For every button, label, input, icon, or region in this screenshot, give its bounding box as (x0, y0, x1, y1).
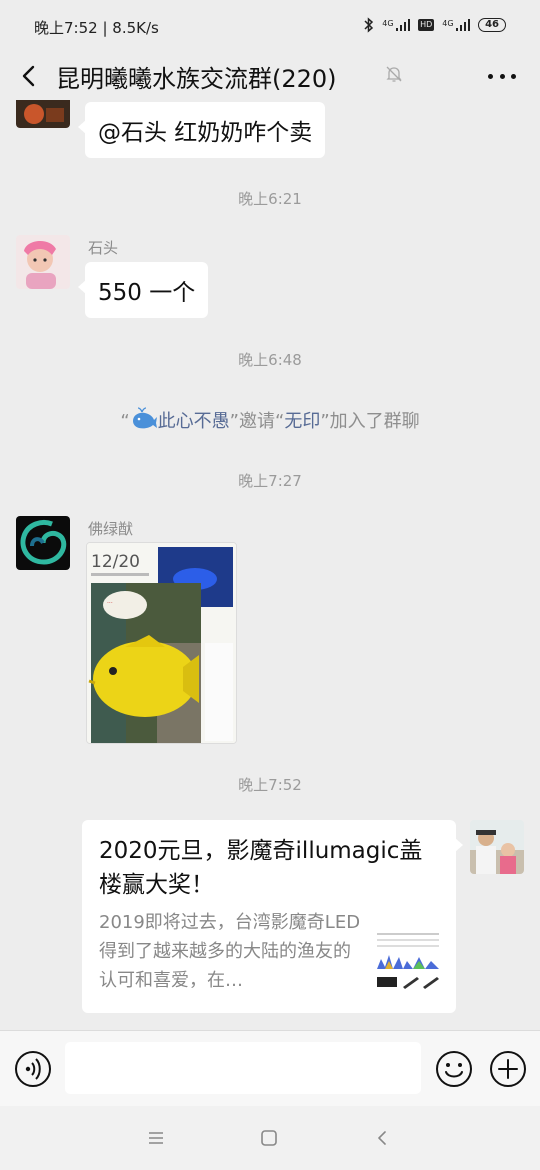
smiley-icon[interactable] (435, 1050, 473, 1088)
more-options-button[interactable] (488, 64, 516, 88)
timestamp: 晚上6:48 (238, 351, 302, 369)
signal-2: 4G (442, 19, 471, 31)
chat-messages[interactable]: @石头 红奶奶咋个卖 晚上6:21 石头 550 一个 晚上6:48 “此心不愚… (0, 100, 540, 1030)
message-bubble[interactable]: 550 一个 (77, 262, 209, 318)
bluetooth-icon (364, 17, 374, 33)
timestamp: 晚上7:27 (238, 472, 302, 490)
dot (488, 73, 493, 79)
image-date: 12/20 (91, 552, 140, 572)
message-bubble[interactable]: @石头 红奶奶咋个卖 (77, 102, 326, 158)
signal-bars-icon (395, 19, 411, 31)
avatar[interactable] (16, 100, 70, 128)
menu-icon[interactable] (144, 1126, 168, 1150)
card-description: 2019即将过去，台湾影魔奇LED得到了越来越多的大陆的渔友的认可和喜爱，在… (99, 912, 361, 991)
message-text: @石头 红奶奶咋个卖 (98, 120, 313, 146)
inviter-link[interactable]: 此心不愚 (158, 411, 230, 432)
home-icon[interactable] (257, 1126, 281, 1150)
voice-icon[interactable] (14, 1050, 52, 1088)
message-input[interactable] (65, 1042, 421, 1094)
hd-badge: HD (418, 19, 435, 31)
input-bar (0, 1030, 540, 1106)
clock: 晚上7:52 (34, 19, 98, 37)
sender-name: 佛绿猷 (88, 520, 134, 538)
card-thumbnail (373, 927, 443, 997)
plus-icon[interactable] (489, 1050, 527, 1088)
system-navigation-bar (0, 1106, 540, 1170)
dot (499, 73, 505, 79)
status-bar: 晚上7:52 | 8.5K/s 4G HD 4G 46 (0, 0, 540, 52)
card-title: 2020元旦，影魔奇illumagic盖楼赢大奖！ (99, 838, 423, 898)
system-notice: “此心不愚”邀请“无印”加入了群聊 (0, 407, 540, 433)
status-icons: 4G HD 4G 46 (364, 17, 506, 33)
whale-icon (132, 407, 157, 429)
status-time: 晚上7:52 | 8.5K/s (34, 19, 159, 37)
chat-title: 昆明曦曦水族交流群(220) (56, 65, 337, 93)
mute-icon (386, 66, 402, 82)
link-card-message[interactable]: 2020元旦，影魔奇illumagic盖楼赢大奖！ 2019即将过去，台湾影魔奇… (82, 820, 463, 1013)
sender-name: 石头 (88, 239, 119, 257)
avatar[interactable] (470, 820, 524, 874)
svg-text:···: ··· (107, 600, 113, 607)
avatar[interactable] (16, 516, 70, 570)
signal-1: 4G (382, 19, 411, 31)
timestamp: 晚上6:21 (238, 190, 302, 208)
image-message[interactable]: 12/20 ··· (86, 542, 237, 744)
dot (511, 73, 516, 79)
back-icon[interactable] (16, 62, 44, 90)
battery-indicator: 46 (478, 18, 506, 32)
timestamp: 晚上7:52 (238, 776, 302, 794)
invitee-link[interactable]: 无印 (284, 411, 320, 432)
message-text: 550 一个 (98, 280, 196, 306)
chat-header: 昆明曦曦水族交流群(220) (0, 52, 540, 100)
net-speed: 8.5K/s (112, 19, 159, 37)
signal-bars-icon (455, 19, 471, 31)
avatar[interactable] (16, 235, 70, 289)
back-nav-icon[interactable] (370, 1126, 394, 1150)
